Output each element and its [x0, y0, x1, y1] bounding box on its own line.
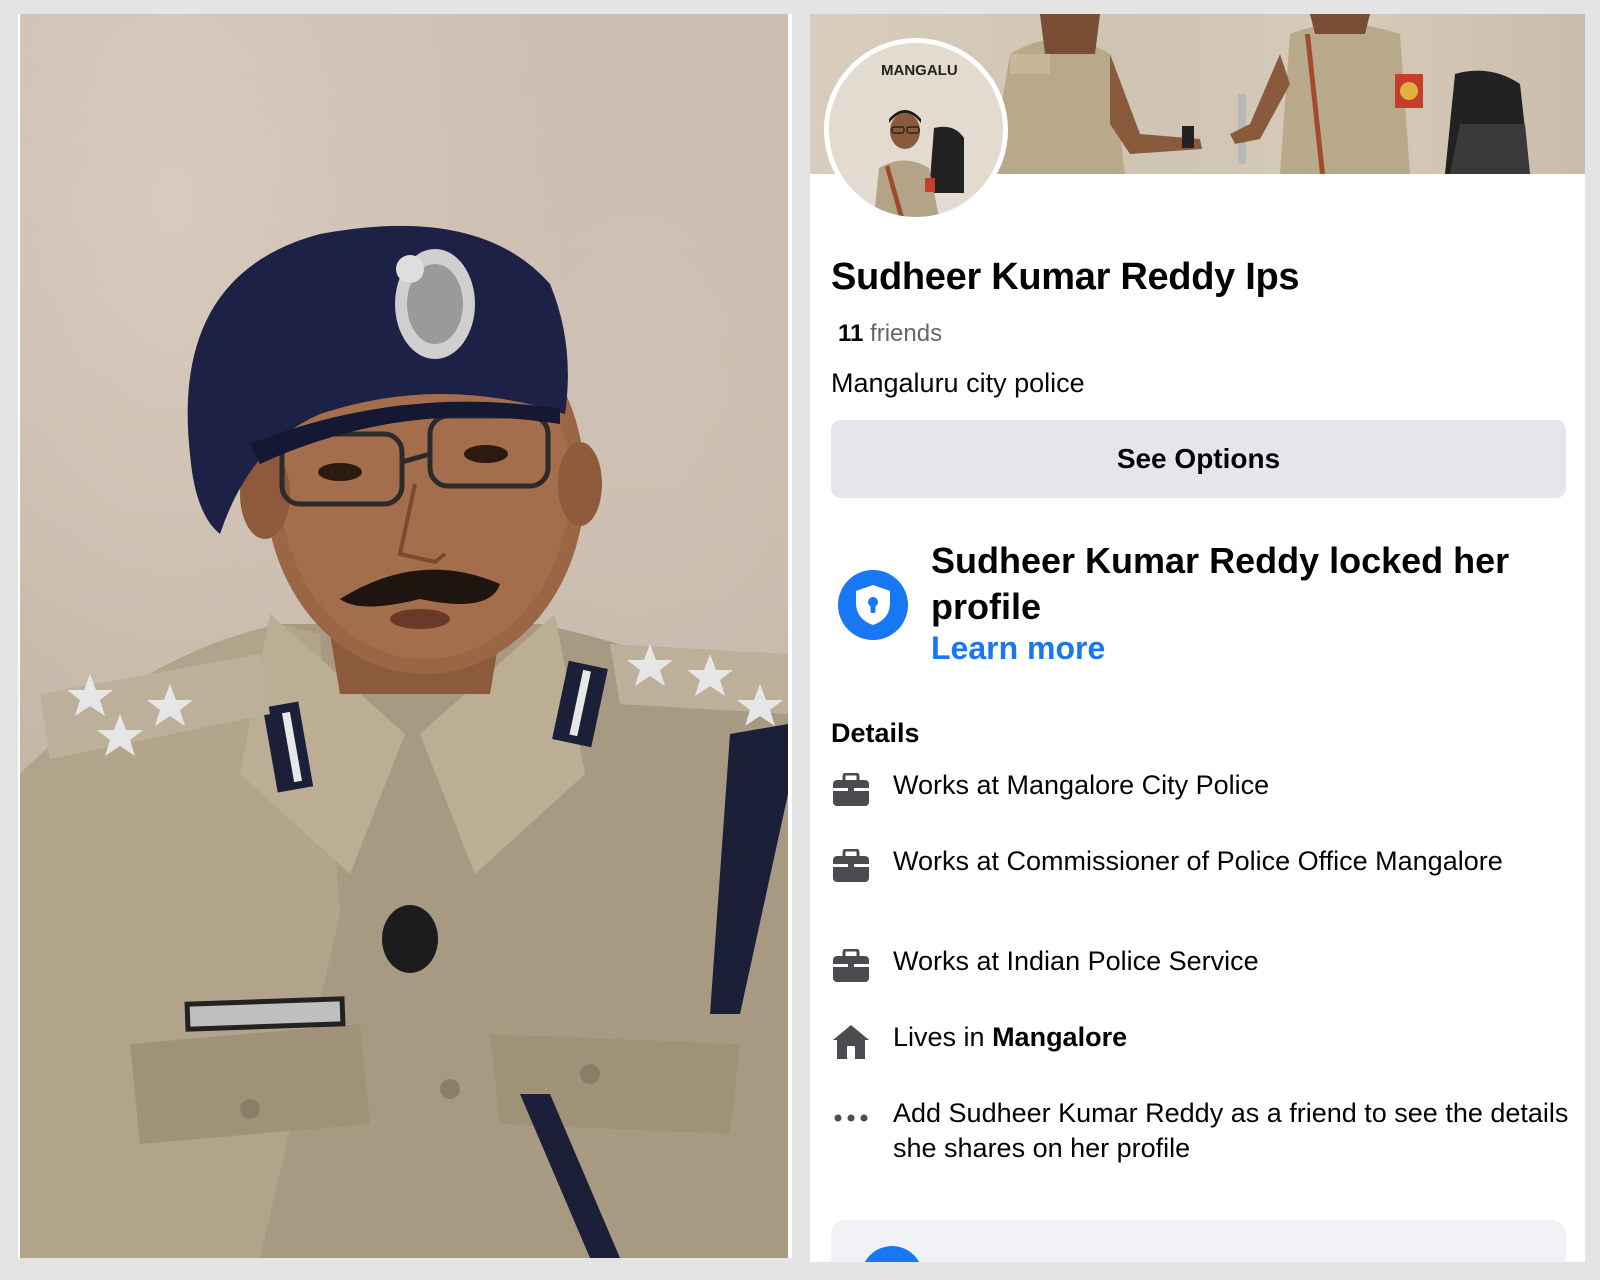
detail-row-work-1: Works at Mangalore City Police — [831, 768, 1571, 810]
profile-name: Sudheer Kumar Reddy Ips — [831, 256, 1300, 298]
detail-text: Works at Commissioner of Police Office M… — [893, 846, 1503, 876]
detail-row-work-2: Works at Commissioner of Police Office M… — [831, 844, 1571, 886]
section-icon — [861, 1246, 923, 1262]
detail-text: Lives in Mangalore — [893, 1020, 1127, 1055]
shield-lock-icon — [838, 570, 908, 640]
briefcase-icon — [831, 946, 871, 986]
friends-number: 11 — [838, 320, 864, 347]
profile-avatar[interactable]: MANGALU — [824, 38, 1008, 222]
more-dots-icon — [831, 1098, 871, 1138]
friends-count[interactable]: 11 friends — [838, 320, 942, 348]
detail-text: Add Sudheer Kumar Reddy as a friend to s… — [893, 1098, 1569, 1163]
home-icon — [831, 1022, 871, 1062]
locked-profile-title: Sudheer Kumar Reddy locked her profile — [931, 540, 1510, 627]
profile-panel: MANGALU Sudheer Kumar Reddy Ips 11 frien… — [810, 14, 1585, 1262]
briefcase-icon — [831, 846, 871, 886]
details-heading: Details — [831, 718, 920, 748]
lives-in-city[interactable]: Mangalore — [992, 1022, 1127, 1052]
detail-text: Works at Indian Police Service — [893, 946, 1259, 976]
next-section-card[interactable] — [831, 1220, 1566, 1262]
detail-row-add-friend-note: Add Sudheer Kumar Reddy as a friend to s… — [831, 1096, 1571, 1166]
lives-in-prefix: Lives in — [893, 1022, 993, 1052]
detail-text: Works at Mangalore City Police — [893, 770, 1270, 800]
learn-more-link[interactable]: Learn more — [931, 630, 1105, 667]
see-options-button[interactable]: See Options — [831, 420, 1566, 498]
photo-panel — [18, 14, 792, 1258]
detail-row-lives-in: Lives in Mangalore — [831, 1020, 1571, 1062]
officer-photo — [20, 14, 788, 1258]
profile-bio: Mangaluru city police — [831, 368, 1085, 398]
briefcase-icon — [831, 770, 871, 810]
detail-row-work-3: Works at Indian Police Service — [831, 944, 1571, 986]
friends-label: friends — [870, 320, 943, 347]
cover-sign-text: MANGALU — [881, 62, 958, 79]
